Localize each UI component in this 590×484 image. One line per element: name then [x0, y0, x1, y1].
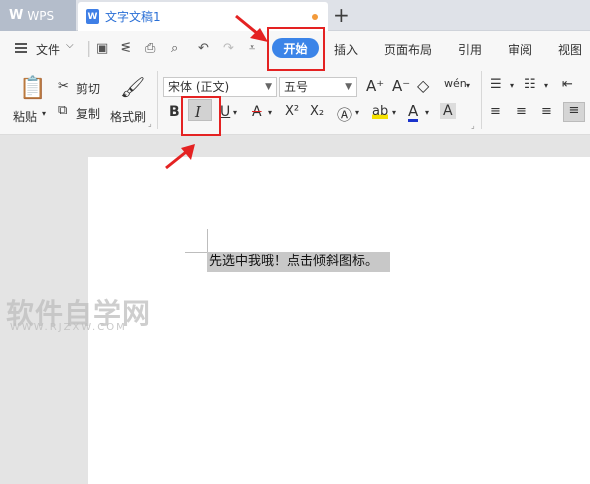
annotation-arrows [165, 14, 268, 170]
wps-window: W WPS W 文字文稿1 + 文件 ⌵ | ▣ ᓬ ⎙ ⌕ ↶ ↷ ⩡ 开始 … [0, 0, 590, 484]
annotation-arrow-start [235, 14, 259, 36]
annotation-arrow-italic [165, 150, 187, 170]
annotation-arrowhead-italic-icon [181, 144, 195, 160]
